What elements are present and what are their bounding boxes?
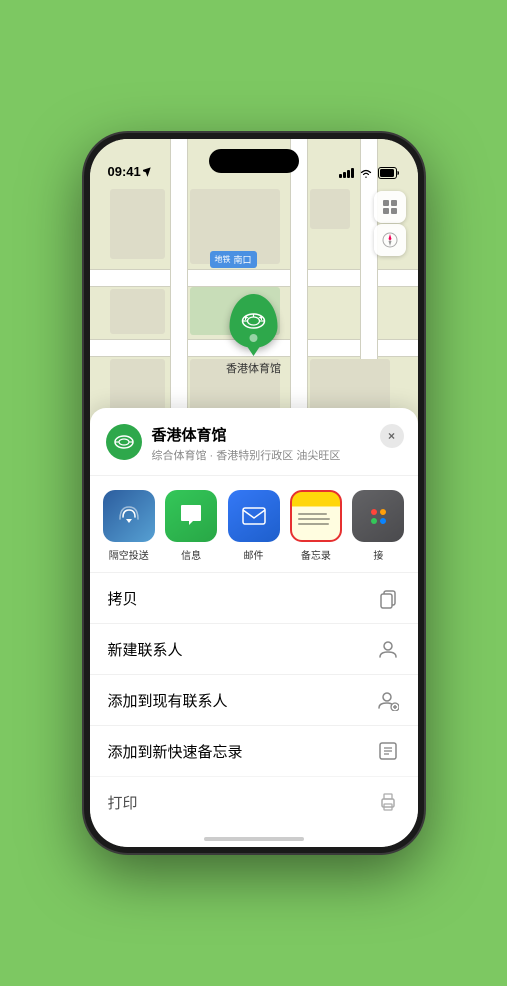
map-label-text: 南口 (234, 253, 252, 266)
messages-icon (176, 501, 206, 531)
marker-label: 香港体育馆 (226, 360, 281, 376)
more-dots (371, 509, 386, 524)
place-icon (106, 424, 142, 460)
marker-pin (230, 294, 278, 348)
add-quick-note-label: 添加到新快速备忘录 (108, 741, 243, 762)
more-icon-container (352, 490, 404, 542)
home-indicator (204, 837, 304, 841)
action-print[interactable]: 打印 (90, 776, 418, 827)
print-label: 打印 (108, 792, 138, 813)
mail-icon (239, 501, 269, 531)
app-item-messages[interactable]: 信息 (160, 490, 222, 562)
notes-lines (292, 503, 340, 530)
notes-label: 备忘录 (301, 547, 331, 562)
place-stadium-icon (113, 431, 135, 453)
action-copy[interactable]: 拷贝 (90, 572, 418, 623)
place-name: 香港体育馆 (152, 424, 402, 445)
wifi-icon (359, 168, 373, 179)
notes-line-1 (298, 513, 327, 515)
place-header: 香港体育馆 综合体育馆 · 香港特别行政区 油尖旺区 × (90, 424, 418, 476)
action-add-quick-note[interactable]: 添加到新快速备忘录 (90, 725, 418, 776)
messages-label: 信息 (181, 547, 201, 562)
more-label: 接 (373, 547, 383, 562)
close-button[interactable]: × (380, 424, 404, 448)
messages-icon-container (165, 490, 217, 542)
share-apps-row: 隔空投送 信息 (90, 476, 418, 566)
add-existing-label: 添加到现有联系人 (108, 690, 228, 711)
stadium-marker: 香港体育馆 (226, 294, 281, 376)
app-item-notes[interactable]: 备忘录 (285, 490, 347, 562)
new-contact-icon (376, 637, 400, 661)
airdrop-icon-container (103, 490, 155, 542)
new-contact-label: 新建联系人 (108, 639, 183, 660)
time-display: 09:41 (108, 164, 141, 179)
add-existing-contact-icon (376, 688, 400, 712)
copy-icon (376, 586, 400, 610)
phone-frame: 09:41 (84, 133, 424, 853)
action-add-existing-contact[interactable]: 添加到现有联系人 (90, 674, 418, 725)
bottom-sheet: 香港体育馆 综合体育馆 · 香港特别行政区 油尖旺区 × (90, 408, 418, 847)
phone-screen: 09:41 (90, 139, 418, 847)
map-type-button[interactable] (374, 191, 406, 223)
notes-line-3 (298, 523, 329, 525)
status-icons (339, 167, 400, 179)
app-item-mail[interactable]: 邮件 (222, 490, 284, 562)
action-new-contact[interactable]: 新建联系人 (90, 623, 418, 674)
app-item-airdrop[interactable]: 隔空投送 (98, 490, 160, 562)
signal-bars-icon (339, 168, 354, 178)
map-layers-icon (381, 198, 399, 216)
dynamic-island (209, 149, 299, 173)
quick-note-icon (376, 739, 400, 763)
copy-label: 拷贝 (108, 588, 138, 609)
action-list: 拷贝 新建联系人 (90, 572, 418, 827)
compass-icon (382, 232, 398, 248)
stadium-icon (241, 310, 267, 332)
map-controls (374, 191, 406, 256)
place-info: 香港体育馆 综合体育馆 · 香港特别行政区 油尖旺区 (152, 424, 402, 463)
map-location-label: 地铁 南口 (210, 251, 257, 268)
airdrop-icon (114, 501, 144, 531)
airdrop-label: 隔空投送 (109, 547, 149, 562)
location-arrow-icon (143, 166, 152, 177)
notes-icon-container (290, 490, 342, 542)
printer-icon (376, 790, 400, 814)
compass-button[interactable] (374, 224, 406, 256)
mail-icon-container (228, 490, 280, 542)
app-item-more[interactable]: 接 (347, 490, 409, 562)
battery-icon (378, 167, 400, 179)
place-description: 综合体育馆 · 香港特别行政区 油尖旺区 (152, 447, 402, 463)
mail-label: 邮件 (244, 547, 264, 562)
notes-line-2 (298, 518, 330, 520)
status-time: 09:41 (108, 164, 152, 179)
